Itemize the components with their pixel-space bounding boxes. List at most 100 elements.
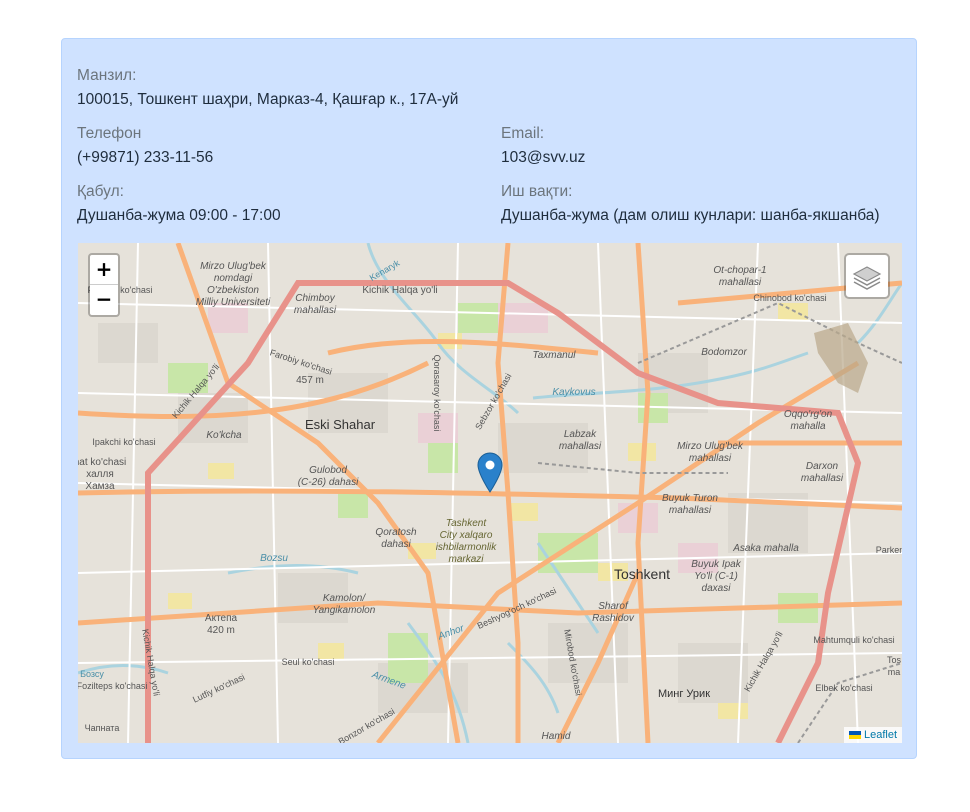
svg-text:SharofRashidov: Sharof Rashidov [592,601,635,624]
reception-field: Қабул: Душанба-жума 09:00 - 17:00 [77,182,281,226]
map-label-seul: Seul ko'chasi [282,657,335,667]
svg-text:hat ko'chasiхалляХамза: hat ko'chasi халля Хамза [78,457,126,492]
map-label-kichik-left: Kichik Halqa yo'li [170,362,221,420]
map-label-buyuk-turon-2: mahallasi [669,505,712,516]
map-label-kamolon-2: Yangikamolon [313,605,376,616]
map-label-elbek: Elbek ko'chasi [815,683,872,693]
phone-label: Телефон [77,125,142,142]
map-label-tashkent-city-2: City xalqaro [440,530,493,541]
map-label-otchopar-2: mahallasi [719,277,762,288]
map-marker-icon[interactable] [477,452,503,493]
map-label-hot-2: халля [86,469,114,480]
map-label-aktepa-1: Актепа [205,613,238,624]
map-label-armene: Armene [370,669,408,692]
map-label-bozsu: Bozsu [260,553,288,564]
working-hours-label: Иш вақти: [501,183,573,200]
map-label-fozilteps: Fozilteps ko'chasi [78,681,147,691]
address-label: Манзил: [77,67,137,84]
svg-text:Kamolon/Yangikamolon: Kamolon/Yangikamolon [313,593,376,616]
map-label-kichik-top: Kichik Halqa yo'li [362,285,437,296]
ukraine-flag-icon [848,731,861,739]
reception-value: Душанба-жума 09:00 - 17:00 [77,207,281,224]
map-label-ipakchi: Ipakchi ko'chasi [92,437,155,447]
map-label-qorasaroy: Qorasaroy ko'chasi [432,355,442,432]
map-label-sharof-1: Sharof [598,601,629,612]
map-label-elev-457: 457 m [296,375,324,386]
map-label-sharof-2: Rashidov [592,613,635,624]
svg-text:Mirzo Ulug'beknomdagiO'zbekist: Mirzo Ulug'bek nomdagi O'zbekiston Milliy U… [196,261,271,308]
svg-text:Актепа420 m: Актепа 420 m [205,613,238,636]
map-label-otchopar-1: Ot-chopar-1 [713,265,766,276]
zoom-in-button[interactable]: + [90,255,118,285]
map-label-mirzo-mahalla-2: mahallasi [689,453,732,464]
map-label-gulobod-1: Gulobod [309,465,347,476]
contact-card: Манзил: 100015, Тошкент шаҳри, Марказ-4,… [61,38,917,759]
map-label-mirzo-1: Mirzo Ulug'bek [200,261,267,272]
map-label-sebzor: Sebzor ko'chasi [473,372,513,432]
svg-text:Tosma: Tos ma [887,655,902,677]
svg-text:Buyuk Turonmahallasi: Buyuk Turon mahallasi [662,493,718,516]
map-label-tashkent-city-3: ishbilarmonlik [436,542,498,553]
email-label: Email: [501,125,545,142]
svg-text:TashkentCity xalqaroishbilarmo: Tashkent City xalqaro ishbilarmonlik markaz… [436,518,498,565]
map-label-qoratosh-1: Qoratosh [375,527,417,538]
svg-text:Mirzo Ulug'bekmahallasi: Mirzo Ulug'bek mahallasi [677,441,744,464]
map-label-farobiy-2: Farobiy ko'chasi [269,347,334,377]
map-label-hot-3: Хамза [85,481,115,492]
svg-text:Gulobod(C-26) dahasi: Gulobod (C-26) dahasi [298,465,359,488]
map-label-buyuk-ipak-1: Buyuk Ipak [691,559,741,570]
map-label-darxon-1: Darxon [806,461,839,472]
map-label-chimboy-1: Chimboy [295,293,335,304]
map-label-chapnata: Чапната [85,723,120,733]
map-label-kaykovus: Kaykovus [552,387,595,398]
map-label-labzak-1: Labzak [564,429,597,440]
map-label-aktepa-2: 420 m [207,625,235,636]
map-label-tashkent-city-4: markazi [448,554,484,565]
map-labels: Mirzo Ulug'bek nomdagi O'zbekiston Milliy U… [78,258,902,743]
phone-value: (+99871) 233-11-56 [77,149,214,166]
map-label-oqgorgon-2: mahalla [790,421,825,432]
map-label-qoratosh-2: dahasi [381,539,411,550]
email-value: 103@svv.uz [501,149,586,166]
map-label-kokcha: Ko'kcha [206,430,242,441]
map-label-parken: Parken [876,545,902,555]
svg-text:Oqqo'rg'onmahalla: Oqqo'rg'on mahalla [784,409,833,432]
map-label-lutfiy: Lutfiy ko'chasi [191,672,246,705]
map-label-oqgorgon-1: Oqqo'rg'on [784,409,833,420]
working-hours-value: Душанба-жума (дам олиш кунлари: шанба-як… [501,207,880,224]
svg-text:Chimboymahallasi: Chimboy mahallasi [294,293,337,316]
svg-text:Ot-chopar-1mahallasi: Ot-chopar-1 mahallasi [713,265,766,288]
map-label-buyuk-turon-1: Buyuk Turon [662,493,718,504]
map-label-mirzo-mahalla-1: Mirzo Ulug'bek [677,441,744,452]
working-hours-field: Иш вақти: Душанба-жума (дам олиш кунлари… [501,182,880,226]
svg-text:Buyuk IpakYo'li (C-1)daxasi: Buyuk Ipak Yo'li (C-1) daxasi [691,559,741,594]
zoom-out-button[interactable]: − [90,285,118,315]
leaflet-link[interactable]: Leaflet [864,729,897,741]
map-label-mirzo-2: nomdagi [214,273,253,284]
map-label-hot-1: hat ko'chasi [78,457,126,468]
map-widget[interactable]: Mirzo Ulug'bek nomdagi O'zbekiston Milliy U… [78,243,902,743]
zoom-control: + − [88,253,120,317]
map-label-kamolon-1: Kamolon/ [323,593,366,604]
layers-button[interactable] [844,253,890,299]
map-attribution[interactable]: Leaflet [843,727,902,743]
svg-text:Labzakmahallasi: Labzak mahallasi [559,429,602,452]
map-label-chimboy-2: mahallasi [294,305,337,316]
map-label-ming-urik: Минг Урик [658,688,710,700]
map-label-eski-shahar: Eski Shahar [305,417,376,432]
map-label-chinobod: Chinobod ko'chasi [753,293,826,303]
map-label-gulobod-2: (C-26) dahasi [298,477,359,488]
map-label-kenagrik: Kenaryk [368,258,402,283]
reception-label: Қабул: [77,183,124,200]
layers-icon [852,266,882,290]
map-label-beshyogoch: Beshyog'och ko'chasi [476,586,558,631]
address-value: 100015, Тошкент шаҳри, Марказ-4, Қашғар … [77,91,459,108]
map-label-buyuk-ipak-3: daxasi [702,583,732,594]
map-label-hamid: Hamid [542,731,571,742]
map-label-buyuk-ipak-2: Yo'li (C-1) [694,571,738,582]
svg-text:Darxonmahallasi: Darxon mahallasi [801,461,844,484]
map-label-labzak-2: mahallasi [559,441,602,452]
map-label-mahtumquli: Mahtumquli ko'chasi [813,635,894,645]
map-label-asaka: Asaka mahalla [732,543,799,554]
map-label-tos-2: ma [888,667,901,677]
